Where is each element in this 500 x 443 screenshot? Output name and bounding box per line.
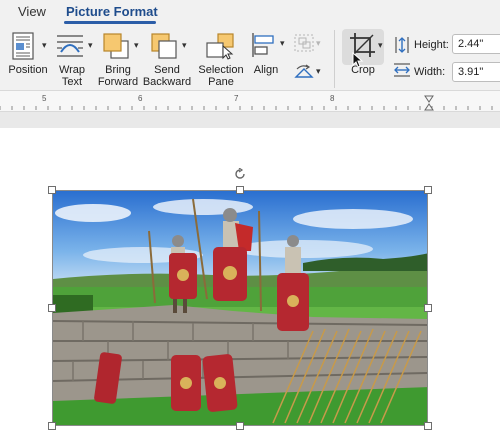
chevron-down-icon[interactable]: ▾	[280, 38, 285, 49]
chevron-down-icon[interactable]: ▾	[42, 40, 47, 51]
bring-forward-label-line2: Forward	[97, 76, 139, 88]
chevron-down-icon: ▾	[316, 38, 321, 48]
send-backward-label: Send Backward	[140, 64, 194, 88]
resize-handle-left[interactable]	[48, 304, 56, 312]
position-icon	[12, 32, 34, 60]
width-field[interactable]: 3.91"	[452, 62, 500, 82]
selection-pane-label-line2: Pane	[208, 76, 234, 88]
page-gap	[0, 112, 500, 128]
align-label: Align	[253, 64, 279, 76]
resize-handle-bottom[interactable]	[236, 422, 244, 430]
group-button[interactable]: ▾	[292, 26, 326, 54]
rotate-handle-icon[interactable]	[234, 168, 246, 180]
chevron-down-icon[interactable]: ▾	[182, 40, 187, 51]
roman-soldiers-photo	[53, 191, 427, 425]
ribbon-separator	[334, 30, 335, 88]
right-indent-marker-icon[interactable]	[424, 95, 434, 111]
rotate-icon	[294, 64, 314, 78]
send-backward-label-line2: Backward	[142, 76, 192, 88]
bring-forward-icon	[103, 33, 129, 59]
resize-handle-right[interactable]	[424, 304, 432, 312]
tab-picture-format[interactable]: Picture Format	[66, 4, 158, 19]
resize-handle-top-left[interactable]	[48, 186, 56, 194]
word-window: View Picture Format ▾ Position ▾ Wrap Te…	[0, 0, 500, 443]
selection-pane-label-line1: Selection	[198, 64, 244, 76]
align-button[interactable]: ▾ Align	[246, 26, 290, 90]
height-icon	[395, 37, 409, 53]
tab-view[interactable]: View	[18, 4, 46, 19]
selection-pane-icon	[206, 33, 234, 60]
wrap-text-icon	[57, 35, 83, 57]
ribbon: ▾ Position ▾ Wrap Text ▾ Bring Forward ▾…	[0, 26, 500, 90]
resize-handle-bottom-left[interactable]	[48, 422, 56, 430]
align-icon	[252, 33, 274, 57]
position-label: Position	[8, 64, 48, 76]
resize-handle-bottom-right[interactable]	[424, 422, 432, 430]
ruler-number: 8	[330, 94, 335, 103]
crop-button[interactable]: ▾ Crop	[342, 26, 390, 90]
document-page[interactable]	[0, 128, 500, 443]
selected-picture[interactable]	[52, 190, 428, 426]
bring-forward-button[interactable]: ▾ Bring Forward	[98, 26, 146, 90]
selection-pane-label: Selection Pane	[196, 64, 246, 88]
selection-pane-button[interactable]: Selection Pane	[196, 26, 246, 90]
horizontal-ruler[interactable]: 5 6 7 8	[0, 90, 500, 112]
height-label: Height:	[414, 39, 449, 51]
send-backward-icon	[151, 33, 177, 59]
bring-forward-label: Bring Forward	[90, 64, 146, 88]
chevron-down-icon[interactable]: ▾	[88, 40, 93, 51]
position-button[interactable]: ▾ Position	[4, 26, 52, 90]
height-field[interactable]: 2.44"	[452, 34, 500, 54]
resize-handle-top-right[interactable]	[424, 186, 432, 194]
send-backward-label-line1: Send	[154, 64, 180, 76]
chevron-down-icon[interactable]: ▾	[316, 66, 321, 77]
ruler-number: 5	[42, 94, 47, 103]
ribbon-tab-bar: View Picture Format	[0, 0, 500, 26]
resize-handle-top[interactable]	[236, 186, 244, 194]
ruler-number: 6	[138, 94, 143, 103]
rotate-button[interactable]: ▾	[292, 60, 326, 84]
bring-forward-label-line1: Bring	[105, 64, 131, 76]
width-icon	[394, 63, 410, 77]
send-backward-button[interactable]: ▾ Send Backward	[143, 26, 194, 90]
group-icon	[294, 34, 314, 52]
chevron-down-icon[interactable]: ▾	[134, 40, 139, 51]
ruler-number: 7	[234, 94, 239, 103]
active-tab-indicator	[64, 21, 156, 24]
mouse-pointer-icon	[352, 52, 364, 68]
chevron-down-icon[interactable]: ▾	[378, 40, 383, 51]
width-label: Width:	[414, 66, 446, 78]
